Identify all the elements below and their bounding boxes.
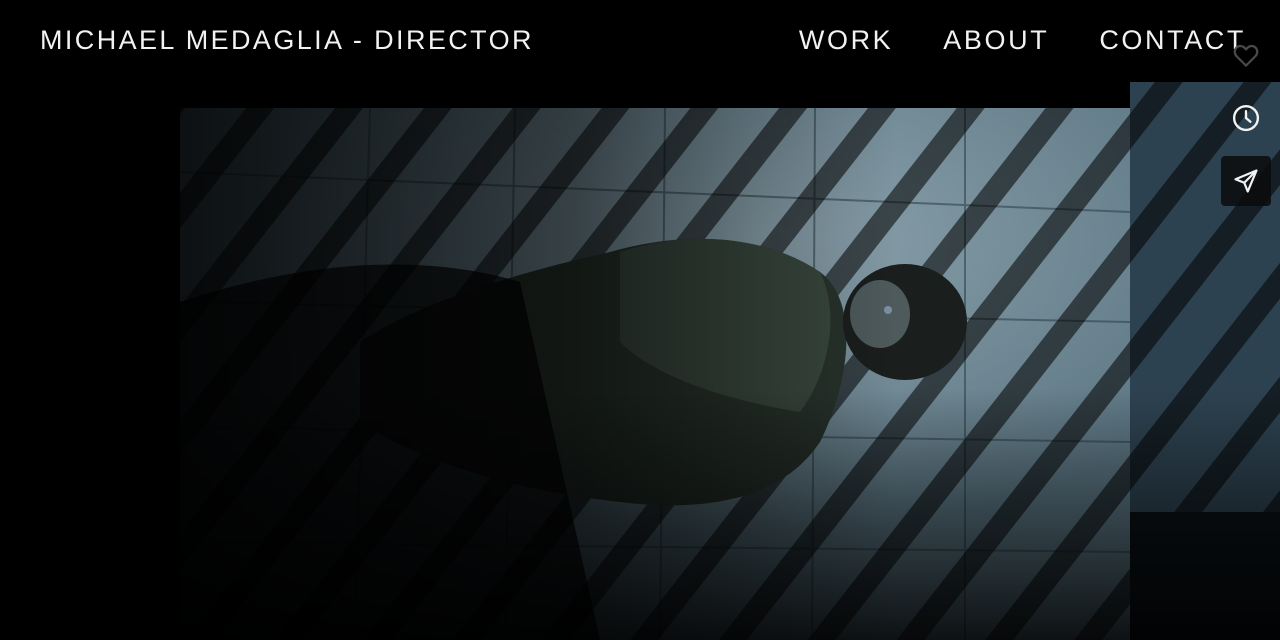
nav-work[interactable]: WORK [799, 25, 893, 56]
site-title-link[interactable]: MICHAEL MEDAGLIA - DIRECTOR [40, 25, 534, 56]
send-icon [1234, 169, 1258, 193]
site-header: MICHAEL MEDAGLIA - DIRECTOR WORK ABOUT C… [0, 0, 1280, 82]
share-button[interactable] [1221, 156, 1271, 206]
hero-film-still[interactable] [0, 82, 1280, 640]
heart-icon [1233, 44, 1259, 67]
nav-about[interactable]: ABOUT [943, 25, 1049, 56]
main-nav: WORK ABOUT CONTACT [799, 25, 1246, 56]
like-button[interactable] [1221, 30, 1271, 80]
page: MICHAEL MEDAGLIA - DIRECTOR WORK ABOUT C… [0, 0, 1280, 640]
video-actions [1221, 30, 1271, 219]
film-still-image [0, 82, 1280, 640]
watch-later-button[interactable] [1221, 93, 1271, 143]
clock-icon [1232, 104, 1260, 132]
